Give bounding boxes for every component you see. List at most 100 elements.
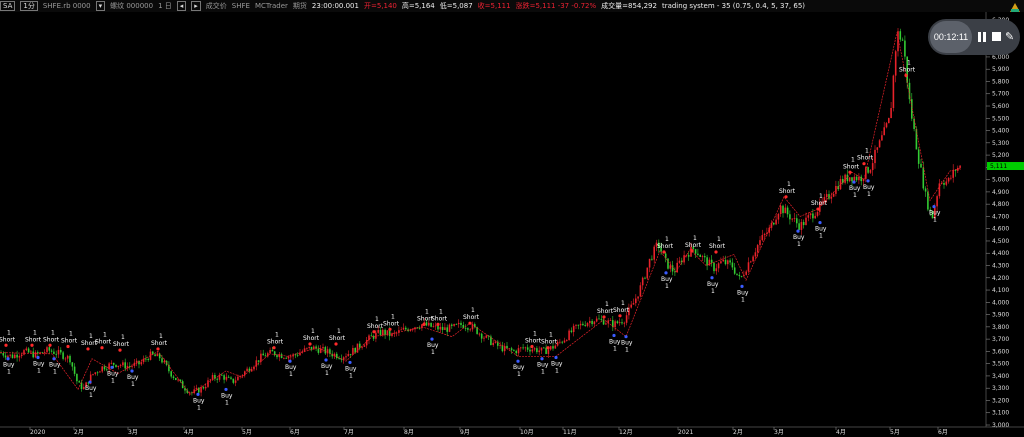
recording-timer: 00:12:11 [930,21,972,53]
short-signal-marker [862,162,866,166]
candle-body [428,322,430,326]
price-tick-label: 3,900 [992,312,1009,319]
candle-body [842,179,844,183]
candle-body [950,177,952,179]
price-tick-label: 3,100 [992,410,1009,417]
price-tick-label: 5,200 [992,152,1009,159]
candle-body [175,377,177,380]
pencil-icon[interactable]: ✎ [1005,30,1017,44]
price-tick-label: 3,300 [992,385,1009,392]
short-signal-label: Short [267,339,284,346]
candle-body [593,321,596,325]
price-tick-label: 4,300 [992,263,1009,270]
candle-body [294,354,297,356]
candle-body [204,386,207,389]
short-signal-qty: 1 [605,301,609,308]
time-axis[interactable]: 2020 2月 3月 4月 5月 6月 7月 8月 9月 10月 11月 12月 2021 2月 3月 4月 5… [29,427,948,436]
buy-signal-qty: 1 [933,217,937,224]
price-tick-label: 4,500 [992,238,1009,245]
candle-body [490,336,492,346]
candle-body [782,205,784,214]
candle-body [400,329,402,331]
short-signal-qty: 1 [33,329,37,336]
candle-body [262,353,264,356]
candle-body [41,352,44,354]
price-tick-label: 5,600 [992,103,1009,110]
buy-signal-label: Buy [33,361,45,368]
candle-body [637,296,639,299]
buy-signal-label: Buy [551,361,563,368]
candle-body [377,330,379,333]
candle-body [566,340,568,341]
candle-body [264,355,267,357]
price-chart[interactable]: 1Short1Short1Short1Short1Short1Short1Sho… [0,0,1024,437]
buy-signal-qty: 1 [89,392,93,399]
short-signal-marker [48,343,52,347]
short-signal-marker [86,347,90,351]
short-signal-label: Short [899,66,916,73]
candle-body [296,354,299,356]
candle-body [506,345,508,349]
short-signal-qty: 1 [865,148,869,155]
buy-signal-marker [324,358,328,362]
candle-body [789,214,791,220]
candle-body [529,349,531,352]
candle-body [750,261,752,263]
short-signal-qty: 1 [819,193,823,200]
candle-body [945,181,948,185]
candle-body [538,350,540,353]
candle-body [796,218,798,224]
candle-body [326,349,329,354]
candle-body [904,40,906,57]
candle-body [589,320,591,324]
short-signal-label: Short [61,337,78,344]
price-tick-label: 4,000 [992,299,1009,306]
short-signal-qty: 1 [471,307,475,314]
candle-body [241,375,244,377]
candle-body [207,380,209,387]
candle-body [846,174,849,182]
candle-body [11,354,14,359]
candle-body [917,149,920,164]
strategy-status-icon[interactable] [1010,3,1020,13]
time-tick-label: 5月 [242,429,252,436]
candle-body [526,347,529,350]
candle-body [586,323,589,326]
stop-icon[interactable] [992,32,1001,41]
short-signal-marker [30,343,34,347]
candle-body [727,260,729,265]
price-tick-label: 3,700 [992,336,1009,343]
candle-body [883,127,885,136]
candle-body [869,170,872,173]
short-signal-marker [66,344,70,349]
candle-body [747,262,750,272]
candle-body [752,256,754,262]
candle-body [216,378,218,380]
buy-signal-marker [612,333,616,338]
short-signal-marker [904,73,908,77]
short-signal-marker [690,249,694,253]
candle-body [453,324,455,326]
buy-signal-marker [664,271,668,275]
buy-signal-marker [288,359,292,363]
candle-body [4,355,7,358]
candle-body [632,303,635,305]
short-signal-marker [714,250,718,254]
short-signal-label: Short [0,336,16,343]
candle-body [892,75,895,108]
buy-signal-label: Buy [609,338,621,345]
buy-signal-marker [866,179,870,183]
buy-signal-label: Buy [793,234,805,241]
candle-body [832,193,835,197]
short-signal-marker [602,315,606,319]
candle-body [469,329,471,331]
candle-body [73,366,76,374]
candle-body [25,348,28,351]
candle-body [952,169,954,178]
price-axis[interactable]: 6,3006,2006,1006,0005,9005,8005,7005,600… [986,17,1009,429]
candle-body [754,252,757,257]
candle-body [701,256,704,258]
candle-body [720,261,722,264]
candle-body [646,267,649,279]
pause-icon[interactable] [977,32,987,42]
